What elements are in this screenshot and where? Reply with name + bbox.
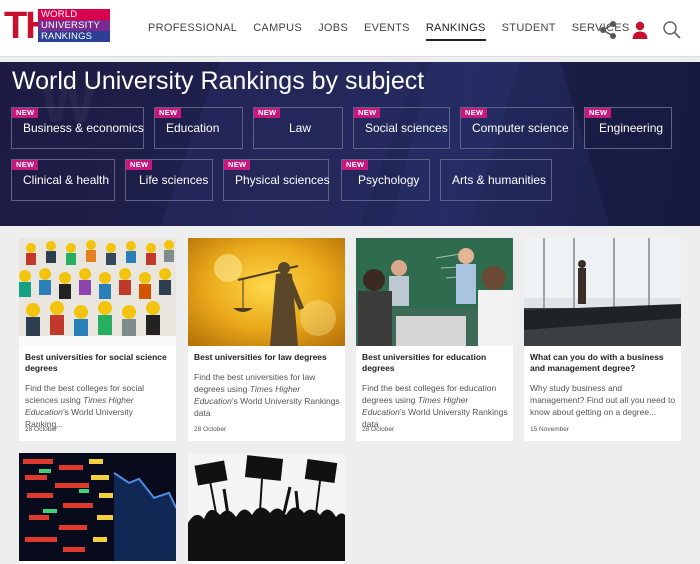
- new-badge: NEW: [126, 160, 153, 170]
- card-date: 28 October: [362, 426, 395, 433]
- new-badge: NEW: [155, 108, 182, 118]
- logo-line-university: UNIVERSITY: [38, 20, 110, 31]
- subject-business-economics[interactable]: NEW Business & economics: [11, 107, 144, 149]
- subject-label: Psychology: [358, 173, 420, 187]
- card-date: 28 October: [25, 426, 58, 433]
- logo-line-world: WORLD: [38, 9, 110, 20]
- card-title: Best universities for education degrees: [362, 352, 487, 373]
- subject-label: Arts & humanities: [452, 173, 547, 187]
- subject-clinical-health[interactable]: NEW Clinical & health: [11, 159, 115, 201]
- card-date: 28 October: [194, 426, 227, 433]
- user-icon[interactable]: [630, 20, 650, 40]
- subject-computer-science[interactable]: NEW Computer science: [460, 107, 574, 149]
- card-title: What can you do with a business and mana…: [530, 352, 664, 373]
- article-card-education[interactable]: Best universities for education degrees …: [356, 238, 513, 441]
- new-badge: NEW: [254, 108, 281, 118]
- subject-law[interactable]: NEW Law: [253, 107, 343, 149]
- new-badge: NEW: [12, 108, 39, 118]
- nav-campus[interactable]: CAMPUS: [253, 0, 302, 57]
- lady-justice-image: [188, 238, 345, 346]
- new-badge: NEW: [342, 160, 369, 170]
- classroom-image: [356, 238, 513, 346]
- stock-ticker-image: [19, 453, 176, 561]
- card-title: Best universities for law degrees: [194, 352, 327, 362]
- card-description: Why study business and management? Find …: [530, 383, 676, 417]
- subject-physical-sciences[interactable]: NEW Physical sciences: [223, 159, 330, 201]
- article-card-business[interactable]: What can you do with a business and mana…: [524, 238, 681, 441]
- share-icon[interactable]: [598, 20, 618, 40]
- the-logo[interactable]: THE WORLD UNIVERSITY RANKINGS: [4, 7, 110, 45]
- new-badge: NEW: [585, 108, 612, 118]
- site-header: THE WORLD UNIVERSITY RANKINGS PROFESSION…: [0, 0, 700, 57]
- subject-label: Physical sciences: [235, 173, 330, 187]
- subject-label: Engineering: [599, 121, 664, 135]
- nav-student[interactable]: STUDENT: [502, 0, 556, 57]
- subject-arts-humanities[interactable]: Arts & humanities: [440, 159, 552, 201]
- new-badge: NEW: [224, 160, 251, 170]
- card-date: 15 November: [530, 426, 570, 433]
- article-card-stock-ticker[interactable]: [19, 453, 176, 564]
- article-card-protest[interactable]: [188, 453, 345, 564]
- nav-rankings[interactable]: RANKINGS: [425, 0, 486, 57]
- subject-life-sciences[interactable]: NEW Life sciences: [125, 159, 213, 201]
- new-badge: NEW: [461, 108, 488, 118]
- article-card-social-science[interactable]: Best universities for social science deg…: [19, 238, 176, 441]
- new-badge: NEW: [354, 108, 381, 118]
- subject-engineering[interactable]: NEW Engineering: [584, 107, 672, 149]
- subject-rankings-banner: W World University Rankings by subject N…: [0, 62, 700, 226]
- boardroom-image: [524, 238, 681, 346]
- subject-label: Clinical & health: [23, 173, 110, 187]
- card-description: Find the best colleges for social scienc…: [25, 383, 145, 429]
- card-title: Best universities for social science deg…: [25, 352, 167, 373]
- nav-professional[interactable]: PROFESSIONAL: [148, 0, 237, 57]
- main-nav: PROFESSIONAL CAMPUS JOBS EVENTS RANKINGS…: [148, 0, 646, 57]
- nav-jobs[interactable]: JOBS: [318, 0, 348, 57]
- article-card-law[interactable]: Best universities for law degrees Find t…: [188, 238, 345, 441]
- subject-social-sciences[interactable]: NEW Social sciences: [353, 107, 450, 149]
- subject-label: Law: [289, 121, 312, 135]
- subject-education[interactable]: NEW Education: [154, 107, 243, 149]
- card-description: Find the best universities for law degre…: [194, 372, 340, 418]
- subject-label: Life sciences: [139, 173, 209, 187]
- search-icon[interactable]: [662, 20, 682, 40]
- logo-line-rankings: RANKINGS: [38, 31, 110, 42]
- protest-crowd-image: [188, 453, 345, 561]
- subject-label: Computer science: [472, 121, 569, 135]
- banner-title: World University Rankings by subject: [12, 67, 425, 95]
- subject-psychology[interactable]: NEW Psychology: [341, 159, 430, 201]
- new-badge: NEW: [12, 160, 39, 170]
- nav-events[interactable]: EVENTS: [364, 0, 410, 57]
- lego-figures-image: [19, 238, 176, 346]
- subject-label: Education: [166, 121, 220, 135]
- subject-label: Business & economics: [23, 121, 144, 135]
- subject-label: Social sciences: [365, 121, 448, 135]
- card-description: Find the best colleges for education deg…: [362, 383, 508, 429]
- logo-wordmark: WORLD UNIVERSITY RANKINGS: [38, 9, 110, 42]
